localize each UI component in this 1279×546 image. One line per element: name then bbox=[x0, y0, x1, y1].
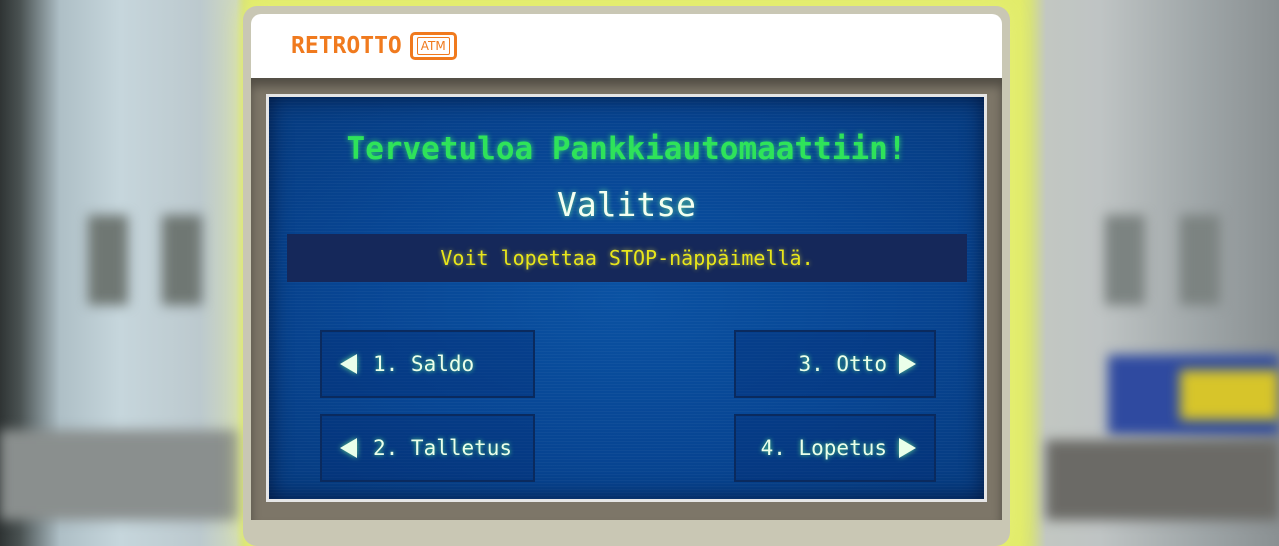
atm-header: RETROTTO ATM bbox=[251, 14, 1002, 78]
lopetus-button[interactable]: 4. Lopetus bbox=[734, 414, 936, 482]
atm-badge-label: ATM bbox=[416, 37, 450, 55]
background-window bbox=[162, 215, 202, 305]
logo-text: RETROTTO bbox=[291, 33, 402, 59]
stop-notice-text: Voit lopettaa STOP-näppäimellä. bbox=[440, 246, 814, 270]
welcome-title: Tervetuloa Pankkiautomaattiin! bbox=[346, 131, 907, 167]
talletus-label: 2. Talletus bbox=[373, 436, 513, 460]
stop-notice: Voit lopettaa STOP-näppäimellä. bbox=[287, 234, 967, 282]
arrow-right-icon bbox=[899, 438, 916, 458]
atm-badge: ATM bbox=[409, 32, 457, 60]
background-awning bbox=[0, 430, 240, 520]
lopetus-label: 4. Lopetus bbox=[760, 436, 887, 460]
arrow-left-icon bbox=[340, 438, 357, 458]
saldo-label: 1. Saldo bbox=[373, 352, 475, 376]
atm-screen: Tervetuloa Pankkiautomaattiin! Valitse V… bbox=[266, 94, 987, 502]
otto-button[interactable]: 3. Otto bbox=[734, 330, 936, 398]
arrow-right-icon bbox=[899, 354, 916, 374]
select-prompt: Valitse bbox=[556, 185, 697, 224]
retrotto-logo: RETROTTO ATM bbox=[291, 28, 457, 64]
background-window bbox=[1105, 215, 1145, 305]
otto-label: 3. Otto bbox=[798, 352, 887, 376]
arrow-left-icon bbox=[340, 354, 357, 374]
background-window bbox=[88, 215, 128, 305]
background-shopfront bbox=[1046, 440, 1279, 520]
background-window bbox=[1180, 215, 1220, 305]
saldo-button[interactable]: 1. Saldo bbox=[320, 330, 535, 398]
background-sign-text bbox=[1180, 370, 1279, 420]
talletus-button[interactable]: 2. Talletus bbox=[320, 414, 535, 482]
